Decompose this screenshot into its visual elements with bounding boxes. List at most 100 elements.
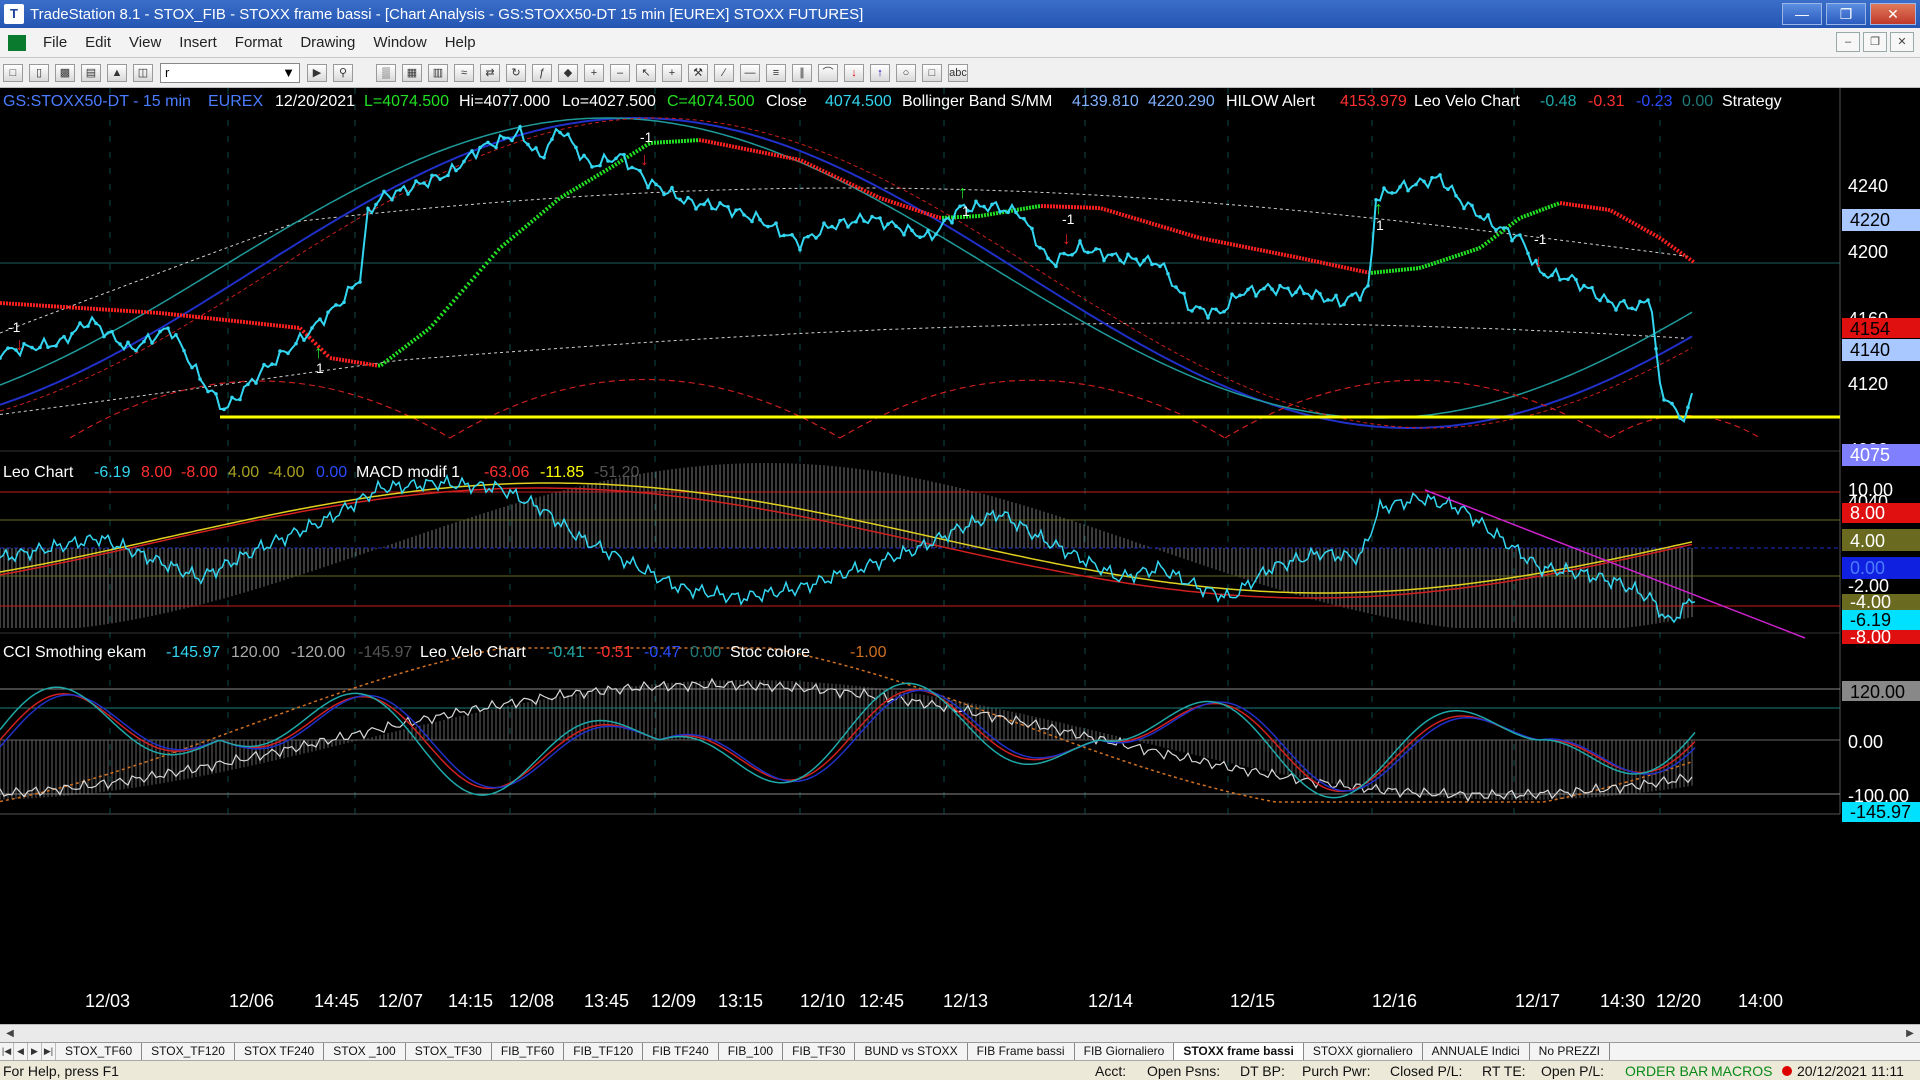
menu-window[interactable]: Window [364, 34, 435, 51]
expand-icon[interactable]: ⇄ [480, 63, 500, 82]
horizontal-line-icon[interactable]: — [740, 63, 760, 82]
workspace-tab[interactable]: STOX_TF30 [406, 1043, 492, 1060]
time-axis-label: 12/08 [509, 991, 554, 1011]
buy-arrow-icon: ↑ [314, 342, 323, 362]
mdi-close-button[interactable]: ✕ [1890, 32, 1914, 52]
buy-signal-label: 1 [316, 360, 324, 376]
tab-next-icon[interactable]: ▶ [28, 1043, 42, 1060]
arrow-up-icon[interactable]: ↑ [870, 63, 890, 82]
time-axis-label: 14:30 [1600, 991, 1645, 1011]
tab-prev-icon[interactable]: ◀ [14, 1043, 28, 1060]
price-marker-bb-lower-label: 4140 [1850, 340, 1890, 360]
symbol-dropdown[interactable]: r ▼ [160, 62, 300, 83]
workspace-tab[interactable]: STOXX frame bassi [1174, 1043, 1304, 1060]
grid-icon[interactable]: ▦ [402, 63, 422, 82]
close-button[interactable]: ✕ [1870, 3, 1916, 25]
sell-signal-label: -1 [1534, 231, 1547, 247]
buy-arrow-icon: ↑ [1374, 198, 1383, 218]
menu-view[interactable]: View [120, 34, 170, 51]
menu-insert[interactable]: Insert [170, 34, 226, 51]
wave-icon[interactable]: ≈ [454, 63, 474, 82]
workspace-tab[interactable]: FIB_TF30 [783, 1043, 856, 1060]
arc-icon[interactable]: ⌒ [818, 63, 838, 82]
scroll-right-icon[interactable]: ▶ [1902, 1026, 1918, 1041]
lock-icon[interactable]: ▲ [107, 63, 127, 82]
strategy-icon[interactable]: ◆ [558, 63, 578, 82]
time-axis-label: 12/15 [1230, 991, 1275, 1011]
channel-icon[interactable]: ∥ [792, 63, 812, 82]
mdi-restore-button[interactable]: ❐ [1863, 32, 1887, 52]
workspace-tab[interactable]: STOX _100 [324, 1043, 406, 1060]
workspace-tab[interactable]: No PREZZI [1530, 1043, 1611, 1060]
ellipse-icon[interactable]: ○ [896, 63, 916, 82]
price-marker-hilow-label: 4154 [1850, 319, 1890, 339]
workspace-tab[interactable]: FIB_100 [719, 1043, 784, 1060]
cycle-line-teal [0, 117, 1693, 419]
status-open-pl: Open P/L: [1541, 1063, 1605, 1079]
menu-help[interactable]: Help [436, 34, 485, 51]
workspace-tab[interactable]: STOX_TF120 [142, 1043, 235, 1060]
restore-button[interactable]: ❐ [1826, 3, 1866, 25]
pointer-icon[interactable]: ↖ [636, 63, 656, 82]
workspace-tab[interactable]: FIB TF240 [643, 1043, 719, 1060]
status-open-psns: Open Psns: [1147, 1063, 1221, 1079]
workspace-tab[interactable]: ANNUALE Indici [1423, 1043, 1530, 1060]
low-pane-header: CCI Smothing ekam -145.97 120.00 -120.00… [3, 644, 887, 661]
chart-scrollbar[interactable]: ◀ ▶ [0, 1024, 1920, 1042]
status-bar: For Help, press F1 Acct: Open Psns: DT B… [0, 1060, 1920, 1080]
minimize-button[interactable]: — [1782, 3, 1822, 25]
price-axis: 4240 4220 4200 4160 4154 4140 4120 4080 … [1842, 176, 1920, 512]
sell-arrow-icon: ↓ [15, 334, 24, 354]
workspace-tab[interactable]: FIB_TF60 [492, 1043, 565, 1060]
tab-last-icon[interactable]: ▶| [42, 1043, 56, 1060]
sell-signal-label: -1 [640, 129, 653, 145]
print-icon[interactable]: ▤ [81, 63, 101, 82]
status-order-bar[interactable]: ORDER BAR [1625, 1063, 1708, 1079]
workspace-tab[interactable]: STOX TF240 [235, 1043, 325, 1060]
menu-drawing[interactable]: Drawing [291, 34, 364, 51]
status-help: For Help, press F1 [3, 1063, 119, 1079]
find-icon[interactable]: ⚲ [333, 63, 353, 82]
crosshair-icon[interactable]: + [662, 63, 682, 82]
trendline-icon[interactable]: ∕ [714, 63, 734, 82]
text-icon[interactable]: abc [948, 63, 968, 82]
chart-window-icon[interactable] [8, 34, 26, 51]
open-icon[interactable]: ▯ [29, 63, 49, 82]
workspace-tab[interactable]: FIB_TF120 [564, 1043, 644, 1060]
fibonacci-icon[interactable]: ≡ [766, 63, 786, 82]
time-axis-label: 12/14 [1088, 991, 1133, 1011]
tab-first-icon[interactable]: |◀ [0, 1043, 14, 1060]
sell-arrow-icon: ↓ [640, 149, 649, 169]
table-icon[interactable]: ▥ [428, 63, 448, 82]
menu-format[interactable]: Format [226, 34, 292, 51]
indicator-icon[interactable]: ƒ [532, 63, 552, 82]
workspace-tab[interactable]: STOX_TF60 [56, 1043, 143, 1060]
scroll-left-icon[interactable]: ◀ [2, 1026, 18, 1041]
zoom-in-icon[interactable]: + [584, 63, 604, 82]
play-icon[interactable]: ▶ [307, 63, 327, 82]
mid-marker-0-label: 0.00 [1850, 558, 1885, 578]
chart-canvas[interactable]: -1 ↓ ↑ 1 -1 ↓ ↑ 1 -1 ↓ ↑ 1 -1 ↓ GS:STOXX… [0, 88, 1920, 1024]
rectangle-icon[interactable]: □ [922, 63, 942, 82]
sell-arrow-icon: ↓ [1534, 251, 1543, 271]
menu-edit[interactable]: Edit [76, 34, 120, 51]
status-acct: Acct: [1095, 1063, 1127, 1079]
new-icon[interactable]: □ [3, 63, 23, 82]
mid-tick: 10.00 [1848, 480, 1893, 500]
menu-file[interactable]: File [34, 34, 76, 51]
refresh-icon[interactable]: ↻ [506, 63, 526, 82]
workspace-tab[interactable]: FIB Giornaliero [1075, 1043, 1175, 1060]
bar-chart-icon[interactable]: ▒ [376, 63, 396, 82]
tools-icon[interactable]: ⚒ [688, 63, 708, 82]
status-macros[interactable]: MACROS [1711, 1063, 1772, 1079]
mdi-minimize-button[interactable]: – [1836, 32, 1860, 52]
workspace-tab[interactable]: BUND vs STOXX [855, 1043, 968, 1060]
arrow-down-icon[interactable]: ↓ [844, 63, 864, 82]
save-icon[interactable]: ▩ [55, 63, 75, 82]
chart-icon[interactable]: ◫ [133, 63, 153, 82]
workspace-tab[interactable]: FIB Frame bassi [968, 1043, 1075, 1060]
workspace-tab[interactable]: STOXX giornaliero [1304, 1043, 1423, 1060]
connection-status-icon [1782, 1066, 1792, 1076]
buy-signal-label: 1 [962, 203, 970, 219]
zoom-out-icon[interactable]: – [610, 63, 630, 82]
